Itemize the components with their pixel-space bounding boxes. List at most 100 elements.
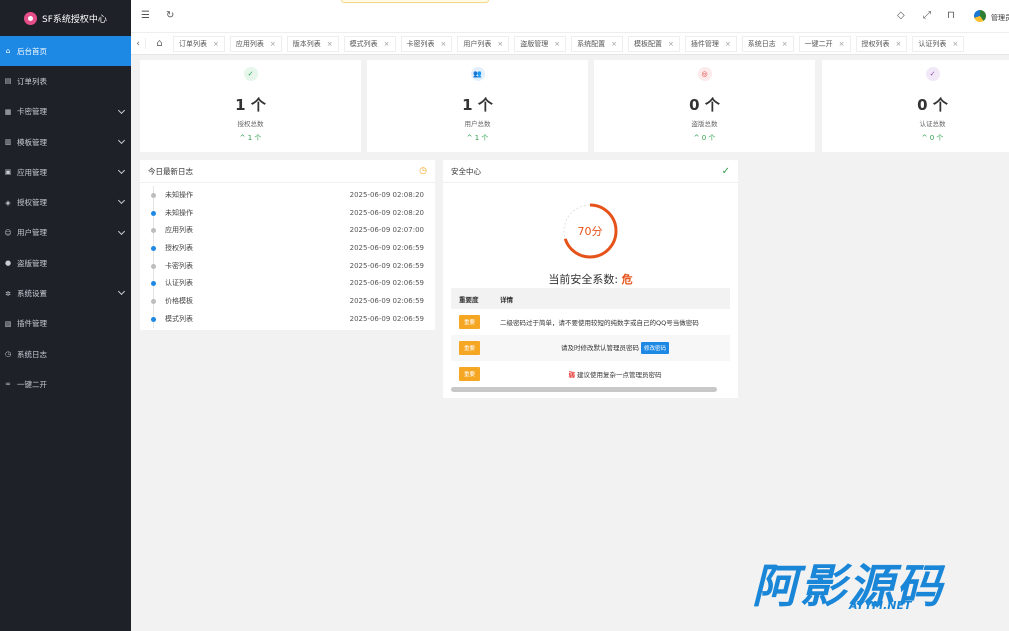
change-password-button[interactable]: 修改密码: [640, 342, 669, 354]
brand-logo-icon: [24, 11, 38, 25]
sidebar-item[interactable]: ▤ 订单列表: [0, 66, 131, 96]
column-detail: 详情: [500, 295, 513, 304]
sidebar-item[interactable]: ▧ 插件管理: [0, 309, 131, 339]
timeline-dot: [151, 316, 156, 322]
detail-text: 建议使用复杂一点管理员密码: [577, 371, 662, 379]
stat-trend: ^ 1 个: [239, 134, 262, 142]
level-cell: 重要: [451, 367, 491, 381]
avatar[interactable]: [974, 10, 986, 22]
close-icon[interactable]: ×: [668, 40, 674, 48]
tab-item[interactable]: 盗版管理 ×: [514, 35, 567, 52]
shield-icon: ◈: [5, 198, 11, 207]
brand-title: SF系统授权中心: [42, 14, 107, 25]
log-row: 授权列表 2025-06-09 02:06:59: [140, 239, 435, 257]
timeline-dot: [151, 246, 156, 252]
piracy-icon: ●: [4, 259, 12, 268]
tab-item[interactable]: 系统日志 ×: [741, 35, 794, 52]
sidebar-item-label: 授权管理: [17, 198, 47, 208]
chevron-down-icon: [117, 136, 126, 144]
tab-item[interactable]: 授权列表 ×: [855, 35, 908, 52]
tab-item[interactable]: 一键二开 ×: [798, 35, 851, 52]
tab-item[interactable]: 模板配置 ×: [628, 35, 680, 52]
tab-item[interactable]: 插件管理 ×: [684, 35, 737, 52]
stat-trend: ^ 0 个: [921, 134, 944, 142]
brand[interactable]: SF系统授权中心: [0, 0, 131, 36]
sidebar-item[interactable]: ∞ 一键二开: [0, 369, 131, 399]
timeline-dot: [151, 193, 156, 198]
sidebar-item-label: 用户管理: [17, 228, 47, 238]
log-panel: 今日最新日志 ◷ 未知操作 2025-06-09 02:08:20 未知操作 2025…: [140, 160, 435, 330]
sidebar-item[interactable]: ✲ 系统设置: [0, 278, 131, 308]
stat-trend: ^ 1 个: [466, 134, 489, 142]
sidebar-item[interactable]: ◈ 授权管理: [0, 187, 131, 217]
table-scrollbar[interactable]: [451, 387, 717, 392]
tag-icon[interactable]: ◇: [897, 10, 905, 21]
tab-item[interactable]: 应用列表 ×: [229, 35, 282, 52]
admin-name[interactable]: 管理员: [991, 13, 1009, 23]
security-table: 重要度 详情 重要 二级密码过于简单，请不要使用较短的纯数字或自己的QQ号当做密码…: [451, 288, 730, 387]
close-icon[interactable]: ×: [782, 40, 788, 48]
tab-item[interactable]: 订单列表 ×: [173, 35, 225, 52]
tab-label: 盗版管理: [520, 39, 549, 48]
close-icon[interactable]: ×: [213, 40, 219, 48]
user-icon: ☺: [4, 228, 12, 237]
sidebar-item[interactable]: ▣ 应用管理: [0, 157, 131, 187]
sidebar-item-label: 插件管理: [17, 319, 47, 329]
sidebar-item-label: 应用管理: [17, 167, 47, 177]
log-time: 2025-06-09 02:06:59: [349, 296, 424, 305]
tab-label: 模板配置: [634, 39, 662, 48]
security-panel: 安全中心 ✓ 70分 当前安全系数: 危 重要度 详情 重要 二级密码过于简单，请…: [443, 160, 738, 398]
close-icon[interactable]: ×: [497, 40, 503, 48]
lock-icon[interactable]: ⊓: [947, 10, 955, 21]
log-action: 卡密列表: [165, 261, 193, 270]
sidebar-item[interactable]: ☺ 用户管理: [0, 218, 131, 248]
sidebar-item[interactable]: ▦ 卡密管理: [0, 97, 131, 127]
close-icon[interactable]: ×: [725, 40, 731, 48]
stat-label: 用户总数: [464, 120, 491, 128]
app-icon: ▣: [4, 168, 12, 177]
close-icon[interactable]: ×: [952, 40, 958, 48]
log-time: 2025-06-09 02:06:59: [349, 243, 424, 252]
tab-item[interactable]: 模式列表 ×: [343, 35, 396, 52]
security-panel-title: 安全中心: [451, 166, 481, 176]
sidebar-item[interactable]: ▥ 模板管理: [0, 127, 131, 157]
tab-label: 认证列表: [918, 39, 947, 48]
close-icon[interactable]: ×: [611, 40, 617, 48]
tab-item[interactable]: 认证列表 ×: [912, 35, 965, 52]
stat-card: ◎ 0 个盗版总数 ^ 0 个: [594, 60, 815, 152]
sidebar-item-label: 盗版管理: [17, 258, 47, 268]
close-icon[interactable]: ×: [441, 40, 447, 48]
check-icon: ✓: [721, 165, 730, 177]
sidebar-item[interactable]: ◷ 系统日志: [0, 339, 131, 369]
tab-label: 授权列表: [861, 39, 890, 48]
level-cell: 重要: [451, 341, 491, 355]
close-icon[interactable]: ×: [839, 40, 845, 48]
sidebar-item[interactable]: ⌂ 后台首页: [0, 36, 131, 67]
close-icon[interactable]: ×: [384, 40, 390, 48]
log-action: 模式列表: [165, 314, 193, 323]
tab-item[interactable]: 卡密列表 ×: [400, 35, 453, 52]
sidebar-item[interactable]: ● 盗版管理: [0, 248, 131, 278]
column-level: 重要度: [459, 295, 479, 304]
stat-value: 0 个: [917, 96, 948, 114]
tab-item[interactable]: 用户列表 ×: [457, 35, 510, 52]
fullscreen-icon[interactable]: ⤢: [923, 10, 931, 21]
close-icon[interactable]: ×: [270, 40, 276, 48]
close-icon[interactable]: ×: [327, 40, 333, 48]
users-icon: 👥: [470, 67, 485, 81]
clock-icon: ◷: [4, 350, 12, 359]
close-icon[interactable]: ×: [554, 40, 560, 48]
log-time: 2025-06-09 02:06:59: [349, 279, 424, 288]
home-tab-icon[interactable]: ⌂: [145, 38, 173, 49]
log-row: 未知操作 2025-06-09 02:08:20: [140, 186, 435, 204]
tab-scroll-left-icon[interactable]: ‹: [131, 39, 145, 49]
notice-popup: [341, 0, 489, 3]
tab-item[interactable]: 版本列表 ×: [286, 35, 339, 52]
refresh-icon[interactable]: ↻: [166, 10, 174, 21]
tab-label: 系统日志: [747, 39, 776, 48]
tab-item[interactable]: 系统配置 ×: [571, 35, 623, 52]
tab-label: 订单列表: [179, 39, 207, 48]
menu-toggle-icon[interactable]: ☰: [141, 10, 150, 21]
sidebar-item-label: 系统日志: [17, 349, 47, 359]
close-icon[interactable]: ×: [896, 40, 902, 48]
